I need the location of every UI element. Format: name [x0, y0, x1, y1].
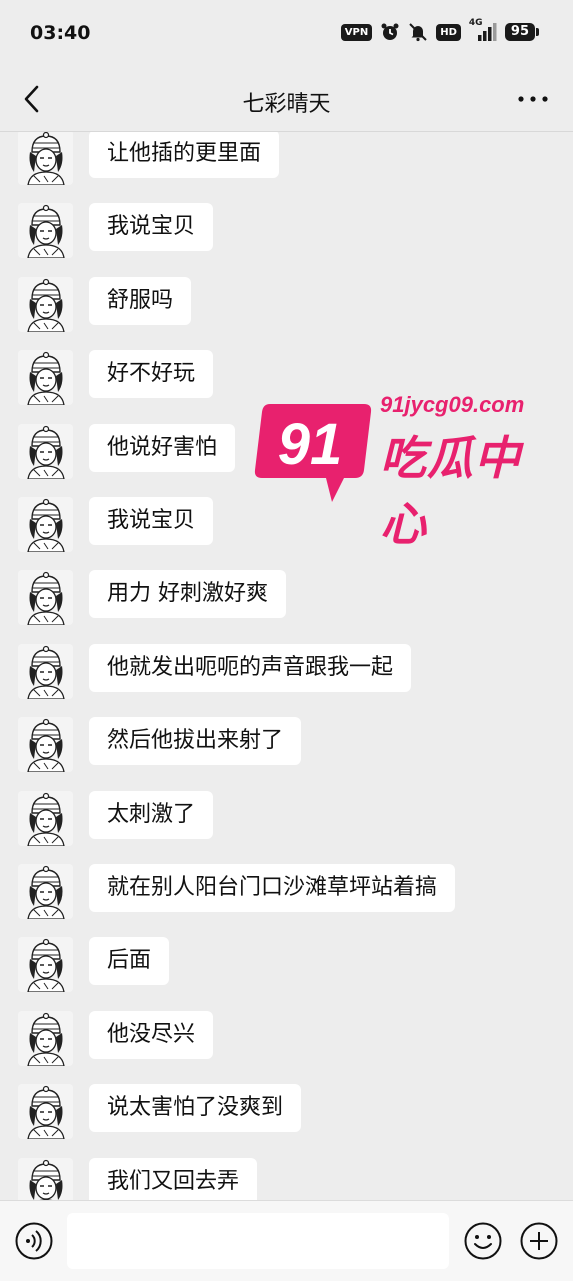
battery-indicator: 95 [504, 23, 540, 41]
avatar[interactable] [18, 570, 73, 626]
avatar[interactable] [18, 132, 73, 185]
network-indicator: 4G [469, 18, 497, 42]
message-list[interactable]: 让他插的更里面 我说宝贝 舒服吗 好不好玩 他说好害怕 我说宝贝 用力 好刺激好爽 他就发出呃… [0, 132, 573, 1200]
avatar-illustration-icon [18, 350, 73, 406]
avatar[interactable] [18, 643, 73, 699]
message-bubble[interactable]: 他就发出呃呃的声音跟我一起 [89, 643, 412, 692]
message-bubble[interactable]: 太刺激了 [89, 790, 214, 839]
avatar-illustration-icon [18, 717, 73, 773]
avatar[interactable] [18, 864, 73, 919]
vpn-badge: VPN [340, 23, 373, 41]
watermark-brand: 吃瓜中心 [380, 431, 521, 551]
alarm-icon [381, 23, 399, 40]
avatar-illustration-icon [18, 132, 73, 185]
avatar[interactable] [18, 497, 73, 552]
message-row: 舒服吗 [0, 276, 573, 335]
avatar[interactable] [18, 1010, 73, 1066]
message-row: 我们又回去弄 [0, 1157, 573, 1200]
watermark-badge-number: 91 [278, 412, 343, 477]
avatar-illustration-icon [18, 423, 73, 479]
chat-title: 七彩晴天 [242, 92, 331, 117]
avatar-illustration-icon [18, 643, 73, 699]
message-row: 用力 好刺激好爽 [0, 570, 573, 628]
message-bubble[interactable]: 后面 [89, 937, 170, 986]
avatar-illustration-icon [18, 937, 73, 993]
avatar[interactable] [18, 423, 73, 479]
avatar[interactable] [18, 1157, 73, 1200]
avatar[interactable] [18, 276, 73, 332]
avatar[interactable] [18, 717, 73, 773]
avatar-illustration-icon [18, 1084, 73, 1140]
message-row: 他就发出呃呃的声音跟我一起 [0, 643, 573, 702]
message-bubble[interactable]: 他说好害怕 [89, 423, 236, 472]
message-bubble[interactable]: 舒服吗 [89, 276, 192, 325]
avatar-illustration-icon [18, 1010, 73, 1066]
avatar[interactable] [18, 937, 73, 993]
mute-bell-icon [409, 23, 427, 42]
message-row: 就在别人阳台门口沙滩草坪站着搞 [0, 864, 573, 922]
message-bubble[interactable]: 好不好玩 [89, 350, 214, 399]
avatar-illustration-icon [18, 497, 73, 552]
avatar[interactable] [18, 203, 73, 259]
more-functions-button[interactable] [519, 1221, 559, 1261]
voice-button[interactable] [14, 1221, 54, 1261]
watermark-url: 91jycg09.com [380, 392, 525, 417]
avatar[interactable] [18, 790, 73, 846]
message-bubble[interactable]: 让他插的更里面 [89, 132, 280, 178]
message-bubble[interactable]: 说太害怕了没爽到 [89, 1084, 302, 1133]
avatar-illustration-icon [18, 570, 73, 626]
hd-badge: HD [436, 23, 461, 41]
input-bar [0, 1200, 573, 1281]
avatar-illustration-icon [18, 790, 73, 846]
emoji-icon [464, 1222, 502, 1260]
status-icons: VPN HD 4G 95 [340, 18, 540, 42]
avatar-illustration-icon [18, 1157, 73, 1200]
avatar[interactable] [18, 1084, 73, 1140]
emoji-button[interactable] [463, 1221, 503, 1261]
message-row: 后面 [0, 937, 573, 995]
signal-icon [477, 23, 497, 41]
message-bubble[interactable]: 用力 好刺激好爽 [89, 570, 286, 619]
message-bubble[interactable]: 就在别人阳台门口沙滩草坪站着搞 [89, 864, 456, 912]
plus-icon [520, 1222, 558, 1260]
message-row: 让他插的更里面 [0, 132, 573, 188]
message-row: 然后他拔出来射了 [0, 717, 573, 775]
message-row: 我说宝贝 [0, 203, 573, 261]
message-input[interactable] [67, 1213, 449, 1269]
more-dots-icon [518, 96, 548, 102]
message-bubble[interactable]: 他没尽兴 [89, 1010, 214, 1059]
chat-header: 七彩晴天 [0, 66, 573, 132]
message-bubble[interactable]: 我们又回去弄 [89, 1157, 258, 1200]
status-bar: 03:40 VPN HD 4G 95 [0, 0, 573, 66]
avatar-illustration-icon [18, 864, 73, 919]
message-row: 太刺激了 [0, 790, 573, 849]
watermark-logo: 91 91jycg09.com 吃瓜中心 [252, 392, 548, 551]
message-bubble[interactable]: 然后他拔出来射了 [89, 717, 302, 766]
message-row: 说太害怕了没爽到 [0, 1084, 573, 1142]
more-button[interactable] [517, 84, 549, 114]
message-bubble[interactable]: 我说宝贝 [89, 203, 214, 252]
avatar[interactable] [18, 350, 73, 406]
avatar-illustration-icon [18, 276, 73, 332]
message-row: 他没尽兴 [0, 1010, 573, 1069]
avatar-illustration-icon [18, 203, 73, 259]
watermark-badge: 91 [254, 404, 372, 502]
status-time: 03:40 [30, 22, 91, 44]
voice-icon [15, 1222, 53, 1260]
message-bubble[interactable]: 我说宝贝 [89, 497, 214, 545]
